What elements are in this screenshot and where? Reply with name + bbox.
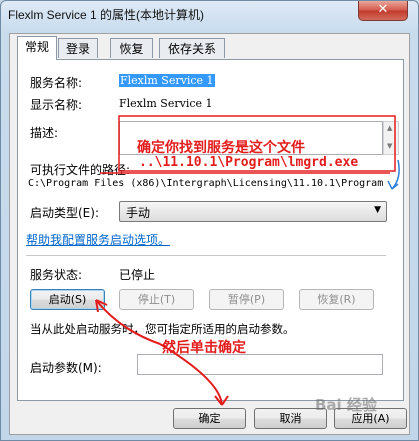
- tab-recovery[interactable]: 恢复: [110, 38, 153, 58]
- tab-logon[interactable]: 登录: [58, 38, 98, 58]
- exe-path-value[interactable]: C:\Program Files (x86)\Intergraph\Licens…: [28, 178, 388, 192]
- tab-label: 恢复: [119, 42, 144, 56]
- service-name-value[interactable]: Flexlm Service 1: [119, 74, 215, 87]
- startup-type-label: 启动类型(E):: [30, 206, 99, 220]
- pause-button[interactable]: 暂停(P): [209, 289, 284, 310]
- start-button[interactable]: 启动(S): [30, 289, 105, 310]
- scroll-down-icon[interactable]: ▼: [387, 142, 392, 150]
- tab-label: 依存关系: [167, 42, 216, 56]
- ok-button[interactable]: 确定: [173, 408, 246, 429]
- window-title: Flexlm Service 1 的属性(本地计算机): [8, 8, 205, 22]
- display-name-value[interactable]: Flexlm Service 1: [119, 97, 213, 110]
- tab-dependencies[interactable]: 依存关系: [159, 38, 225, 58]
- divider: [26, 255, 386, 256]
- tab-label: 登录: [65, 42, 90, 56]
- close-button[interactable]: ✕: [358, 1, 408, 21]
- service-name-label: 服务名称:: [30, 76, 83, 90]
- watermark-logo: Bai 经验: [315, 396, 377, 414]
- annotation-note-path: ..\11.10.1\Program\lmgrd.exe: [139, 155, 359, 170]
- startup-type-value: 手动: [126, 206, 151, 220]
- service-status-value: 已停止: [119, 268, 156, 282]
- help-configure-link[interactable]: 帮助我配置服务启动选项。: [26, 231, 170, 248]
- exe-path-label: 可执行文件的路径:: [30, 163, 131, 177]
- annotation-note-click: 然后单击确定: [162, 340, 246, 356]
- startup-type-select[interactable]: 手动 ▼: [119, 201, 387, 222]
- resume-button[interactable]: 恢复(R): [299, 289, 374, 310]
- close-icon: ✕: [377, 2, 389, 17]
- title-bar[interactable]: Flexlm Service 1 的属性(本地计算机) ✕: [1, 1, 418, 25]
- properties-dialog: Flexlm Service 1 的属性(本地计算机) ✕ 常规 登录 恢复 依…: [0, 0, 419, 441]
- scroll-up-icon[interactable]: ▲: [387, 124, 392, 132]
- chevron-down-icon: ▼: [374, 205, 381, 215]
- tab-general[interactable]: 常规: [17, 36, 57, 60]
- service-status-label: 服务状态:: [30, 268, 83, 282]
- description-label: 描述:: [30, 126, 59, 140]
- display-name-label: 显示名称:: [30, 98, 83, 112]
- tab-label: 常规: [24, 40, 49, 54]
- annotation-note-file: 确定你找到服务是这个文件: [137, 140, 305, 156]
- start-params-input[interactable]: [137, 354, 383, 375]
- start-params-hint: 当从此处启动服务时，您可指定所适用的启动参数。: [30, 322, 295, 336]
- description-scrollbar[interactable]: ▲ ▼: [383, 121, 399, 155]
- start-params-label: 启动参数(M):: [30, 361, 102, 375]
- stop-button[interactable]: 停止(T): [119, 289, 194, 310]
